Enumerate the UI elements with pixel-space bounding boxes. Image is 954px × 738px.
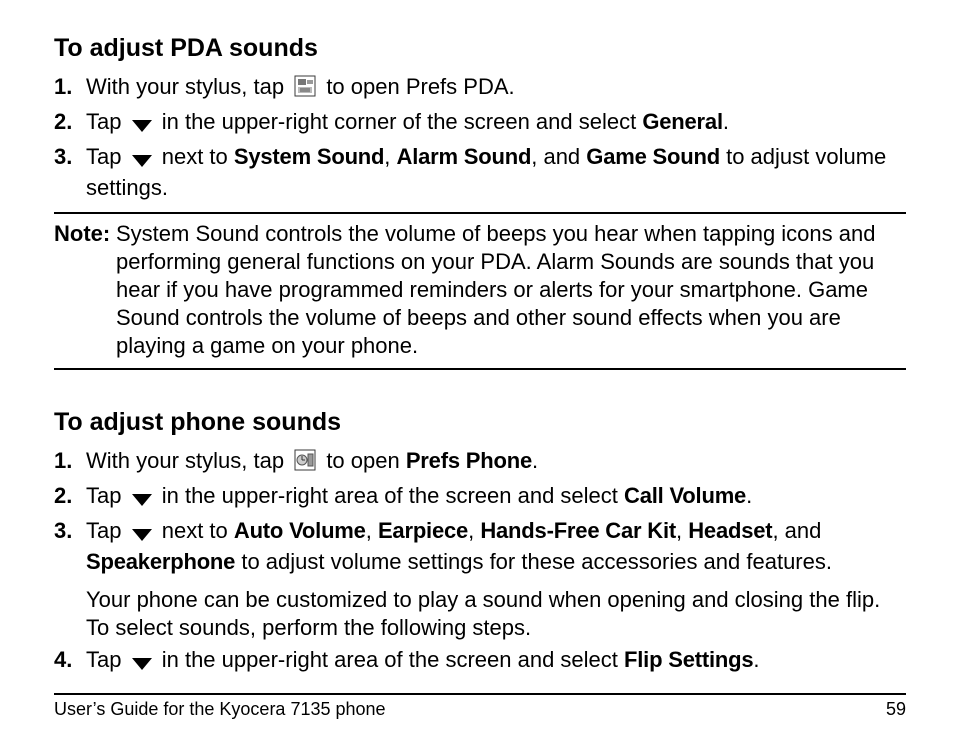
step-body: Tap in the upper-right area of the scree… bbox=[86, 646, 906, 677]
bold-term: Prefs Phone bbox=[406, 448, 532, 473]
footer-title: User’s Guide for the Kyocera 7135 phone bbox=[54, 699, 386, 720]
footer-page-number: 59 bbox=[886, 699, 906, 720]
text: . bbox=[723, 109, 729, 134]
divider-rule bbox=[54, 212, 906, 214]
step-body: With your stylus, tap to open Prefs Phon… bbox=[86, 447, 906, 478]
step-item: 4. Tap in the upper-right area of the sc… bbox=[54, 646, 906, 677]
page-footer: User’s Guide for the Kyocera 7135 phone … bbox=[54, 693, 906, 720]
text: Tap bbox=[86, 647, 128, 672]
dropdown-arrow-icon bbox=[132, 649, 152, 677]
text: in the upper-right corner of the screen … bbox=[162, 109, 643, 134]
text: to adjust volume settings for these acce… bbox=[235, 549, 832, 574]
section-heading-pda-sounds: To adjust PDA sounds bbox=[54, 34, 906, 63]
prefs-phone-icon bbox=[294, 449, 316, 478]
bold-term: Headset bbox=[688, 518, 772, 543]
step-number: 2. bbox=[54, 108, 86, 136]
section-heading-phone-sounds: To adjust phone sounds bbox=[54, 408, 906, 437]
text: Tap bbox=[86, 483, 128, 508]
text: , and bbox=[531, 144, 586, 169]
step-number: 1. bbox=[54, 73, 86, 101]
step-body: Tap in the upper-right corner of the scr… bbox=[86, 108, 906, 139]
text: , bbox=[468, 518, 480, 543]
text: Tap bbox=[86, 109, 128, 134]
step-item: 2. Tap in the upper-right area of the sc… bbox=[54, 482, 906, 513]
text: Tap bbox=[86, 518, 128, 543]
bold-term: System Sound bbox=[234, 144, 384, 169]
text: to open bbox=[326, 448, 406, 473]
dropdown-arrow-icon bbox=[132, 485, 152, 513]
step-item: 3. Tap next to System Sound, Alarm Sound… bbox=[54, 143, 906, 202]
bold-term: Hands-Free Car Kit bbox=[480, 518, 676, 543]
text: to open Prefs PDA. bbox=[326, 74, 514, 99]
spacer bbox=[54, 376, 906, 408]
step-number: 3. bbox=[54, 517, 86, 545]
text: . bbox=[532, 448, 538, 473]
bold-term: Call Volume bbox=[624, 483, 746, 508]
text: . bbox=[746, 483, 752, 508]
text: . bbox=[753, 647, 759, 672]
bold-term: General bbox=[642, 109, 723, 134]
divider-rule bbox=[54, 368, 906, 370]
step-body: Tap next to Auto Volume, Earpiece, Hands… bbox=[86, 517, 906, 576]
step-body: Tap next to System Sound, Alarm Sound, a… bbox=[86, 143, 906, 202]
text: Tap bbox=[86, 144, 128, 169]
step-number: 3. bbox=[54, 143, 86, 171]
step-item: 1. With your stylus, tap to open Prefs P… bbox=[54, 447, 906, 478]
text: , bbox=[366, 518, 378, 543]
manual-page: To adjust PDA sounds 1. With your stylus… bbox=[0, 0, 954, 738]
note-label: Note: bbox=[54, 220, 116, 360]
step-number: 2. bbox=[54, 482, 86, 510]
text: next to bbox=[162, 144, 234, 169]
dropdown-arrow-icon bbox=[132, 111, 152, 139]
dropdown-arrow-icon bbox=[132, 520, 152, 548]
bold-term: Alarm Sound bbox=[397, 144, 532, 169]
bold-term: Speakerphone bbox=[86, 549, 235, 574]
step-body: With your stylus, tap to open Prefs PDA. bbox=[86, 73, 906, 104]
bold-term: Auto Volume bbox=[234, 518, 366, 543]
text: , and bbox=[772, 518, 821, 543]
note-block: Note: System Sound controls the volume o… bbox=[54, 220, 906, 360]
text: With your stylus, tap bbox=[86, 448, 290, 473]
step-item: 1. With your stylus, tap to open Prefs P… bbox=[54, 73, 906, 104]
bold-term: Game Sound bbox=[586, 144, 720, 169]
bold-term: Flip Settings bbox=[624, 647, 753, 672]
text: , bbox=[676, 518, 688, 543]
dropdown-arrow-icon bbox=[132, 146, 152, 174]
text: in the upper-right area of the screen an… bbox=[162, 483, 624, 508]
note-body: System Sound controls the volume of beep… bbox=[116, 220, 906, 360]
bold-term: Earpiece bbox=[378, 518, 468, 543]
prefs-pda-icon bbox=[294, 75, 316, 104]
text: next to bbox=[162, 518, 234, 543]
step-number: 1. bbox=[54, 447, 86, 475]
step-item: 2. Tap in the upper-right corner of the … bbox=[54, 108, 906, 139]
text: in the upper-right area of the screen an… bbox=[162, 647, 624, 672]
sub-paragraph: Your phone can be customized to play a s… bbox=[86, 586, 906, 642]
step-number: 4. bbox=[54, 646, 86, 674]
text: With your stylus, tap bbox=[86, 74, 290, 99]
steps-list-phone-cont: 4. Tap in the upper-right area of the sc… bbox=[54, 646, 906, 677]
step-body: Tap in the upper-right area of the scree… bbox=[86, 482, 906, 513]
steps-list-pda: 1. With your stylus, tap to open Prefs P… bbox=[54, 73, 906, 202]
step-item: 3. Tap next to Auto Volume, Earpiece, Ha… bbox=[54, 517, 906, 576]
steps-list-phone: 1. With your stylus, tap to open Prefs P… bbox=[54, 447, 906, 576]
text: , bbox=[384, 144, 396, 169]
